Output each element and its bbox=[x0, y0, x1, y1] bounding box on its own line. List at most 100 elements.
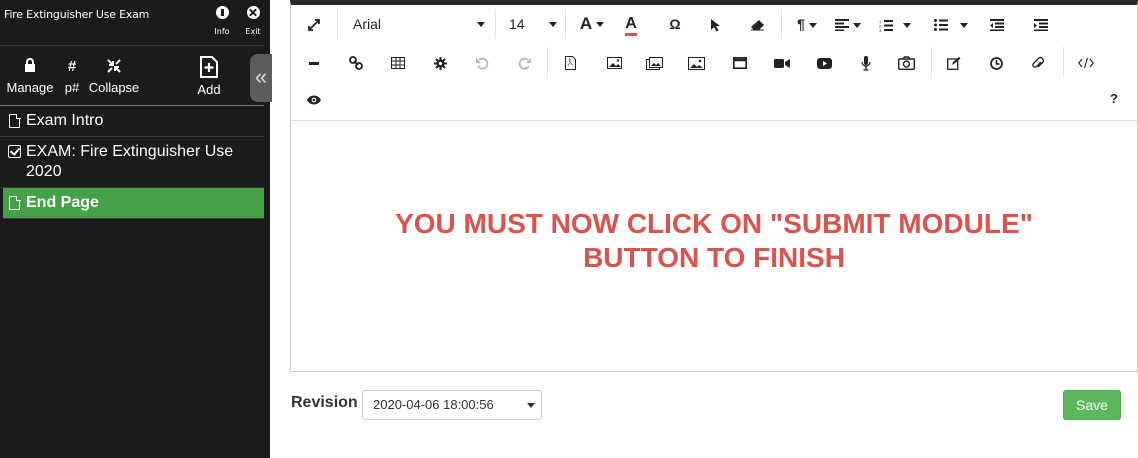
toolbar-separator bbox=[547, 47, 548, 77]
chevron-down-icon bbox=[477, 22, 485, 27]
hash-icon: # bbox=[67, 58, 77, 75]
rich-text-editor: Arial 14 A A Ω ¶ 1 2 3 ? YOU MUST NOW CL… bbox=[290, 0, 1138, 372]
sidebar: Fire Extinguisher Use Exam Info Exit Man… bbox=[0, 0, 264, 458]
video-camera-icon bbox=[774, 58, 790, 68]
align-left-icon bbox=[835, 19, 849, 32]
editor-content[interactable]: YOU MUST NOW CLICK ON "SUBMIT MODULE" BU… bbox=[291, 121, 1137, 371]
indent-button[interactable] bbox=[1029, 11, 1053, 37]
preview-button[interactable] bbox=[303, 86, 325, 112]
insert-pdf-button[interactable] bbox=[559, 49, 581, 75]
document-icon bbox=[9, 113, 21, 128]
text-size-button[interactable]: A bbox=[575, 11, 609, 37]
font-family-value: Arial bbox=[353, 16, 382, 32]
indent-icon bbox=[1034, 19, 1048, 32]
revision-select[interactable]: 2020-04-06 18:00:56 bbox=[362, 390, 542, 420]
chevron-down-icon bbox=[808, 22, 817, 28]
select-button[interactable] bbox=[703, 11, 727, 37]
page-item-end-page[interactable]: End Page bbox=[3, 188, 264, 219]
collapse-label: Collapse bbox=[88, 80, 140, 95]
insert-audio-button[interactable] bbox=[855, 49, 877, 75]
save-button[interactable]: Save bbox=[1063, 390, 1121, 420]
toolbar-separator bbox=[1063, 47, 1064, 77]
outdent-button[interactable] bbox=[985, 11, 1009, 37]
checkbox-icon bbox=[8, 145, 21, 158]
page-item-label: Exam Intro bbox=[26, 112, 104, 129]
align-button[interactable] bbox=[831, 11, 865, 37]
insert-camera-button[interactable] bbox=[895, 49, 917, 75]
font-family-select[interactable]: Arial bbox=[343, 11, 489, 37]
table-icon bbox=[391, 57, 405, 70]
insert-window-button[interactable] bbox=[729, 49, 751, 75]
ordered-list-button[interactable]: 123 bbox=[877, 11, 913, 37]
double-chevron-left-icon: « bbox=[254, 64, 268, 89]
collapse-button[interactable]: Collapse bbox=[88, 58, 140, 95]
page-number-label: p# bbox=[64, 80, 80, 95]
font-color-button[interactable]: A bbox=[619, 11, 643, 37]
toolbar-separator bbox=[565, 9, 566, 39]
fullscreen-button[interactable] bbox=[303, 11, 325, 37]
paragraph-button[interactable]: ¶ bbox=[791, 11, 823, 37]
clear-format-button[interactable] bbox=[745, 11, 769, 37]
pdf-file-icon bbox=[564, 56, 576, 71]
undo-icon bbox=[475, 57, 488, 70]
help-button[interactable]: ? bbox=[1103, 86, 1125, 112]
font-color-icon: A bbox=[625, 15, 637, 36]
edit-button[interactable] bbox=[943, 49, 965, 75]
attachment-button[interactable] bbox=[1027, 49, 1049, 75]
history-button[interactable] bbox=[985, 49, 1007, 75]
sidebar-collapse-toggle[interactable]: « bbox=[250, 54, 272, 102]
add-page-button[interactable]: Add bbox=[194, 56, 224, 97]
page-item-exam[interactable]: EXAM: Fire Extinguisher Use 2020 bbox=[0, 137, 264, 188]
page-item-exam-intro[interactable]: Exam Intro bbox=[0, 106, 264, 137]
gear-icon bbox=[433, 56, 447, 70]
chevron-down-icon bbox=[960, 22, 968, 28]
editor-toolbar: Arial 14 A A Ω ¶ 1 2 3 ? bbox=[291, 5, 1137, 121]
lock-icon bbox=[6, 58, 54, 76]
chevron-down-icon bbox=[527, 403, 535, 408]
info-icon bbox=[215, 6, 229, 19]
insert-image-button[interactable] bbox=[603, 49, 625, 75]
revision-label: Revision bbox=[291, 394, 358, 411]
paperclip-icon bbox=[1032, 57, 1044, 68]
table-button[interactable] bbox=[387, 49, 409, 75]
content-line-1: YOU MUST NOW CLICK ON "SUBMIT MODULE" bbox=[395, 208, 1033, 239]
undo-button[interactable] bbox=[471, 49, 493, 75]
chevron-down-icon bbox=[549, 22, 557, 27]
exit-button[interactable]: Exit bbox=[241, 6, 265, 36]
camera-icon bbox=[897, 56, 915, 71]
unordered-list-button[interactable] bbox=[931, 11, 971, 37]
special-character-button[interactable]: Ω bbox=[663, 11, 687, 37]
insert-youtube-button[interactable] bbox=[813, 49, 835, 75]
link-button[interactable] bbox=[345, 49, 367, 75]
manage-button[interactable]: Manage bbox=[6, 58, 54, 95]
content-line-2: BUTTON TO FINISH bbox=[583, 242, 845, 273]
unordered-list-icon bbox=[934, 19, 948, 32]
font-size-value: 14 bbox=[509, 16, 525, 32]
toolbar-row-1: Arial 14 A A Ω ¶ 1 2 3 bbox=[291, 5, 1137, 43]
code-icon bbox=[1078, 58, 1094, 69]
document-icon bbox=[9, 195, 21, 210]
info-button[interactable]: Info bbox=[210, 6, 234, 36]
eye-icon bbox=[307, 95, 321, 105]
insert-image-right-button[interactable] bbox=[685, 49, 707, 75]
info-label: Info bbox=[214, 27, 230, 36]
insert-video-button[interactable] bbox=[771, 49, 793, 75]
expand-icon bbox=[308, 19, 320, 32]
chevron-down-icon bbox=[903, 22, 911, 28]
link-icon bbox=[349, 56, 363, 71]
toolbar-row-2 bbox=[291, 43, 1137, 81]
youtube-icon bbox=[816, 57, 832, 69]
toolbar-separator bbox=[931, 47, 932, 77]
horizontal-rule-button[interactable] bbox=[303, 49, 325, 75]
image-icon bbox=[606, 57, 622, 70]
insert-gallery-button[interactable] bbox=[643, 49, 665, 75]
redo-button[interactable] bbox=[513, 49, 535, 75]
page-number-button[interactable]: # p# bbox=[62, 58, 82, 95]
toolbar-row-3: ? bbox=[291, 83, 1137, 121]
font-size-select[interactable]: 14 bbox=[503, 11, 561, 37]
add-file-icon bbox=[194, 56, 224, 78]
course-title: Fire Extinguisher Use Exam bbox=[4, 8, 150, 21]
settings-button[interactable] bbox=[429, 49, 451, 75]
code-view-button[interactable] bbox=[1075, 49, 1097, 75]
page-item-label: End Page bbox=[26, 194, 99, 211]
